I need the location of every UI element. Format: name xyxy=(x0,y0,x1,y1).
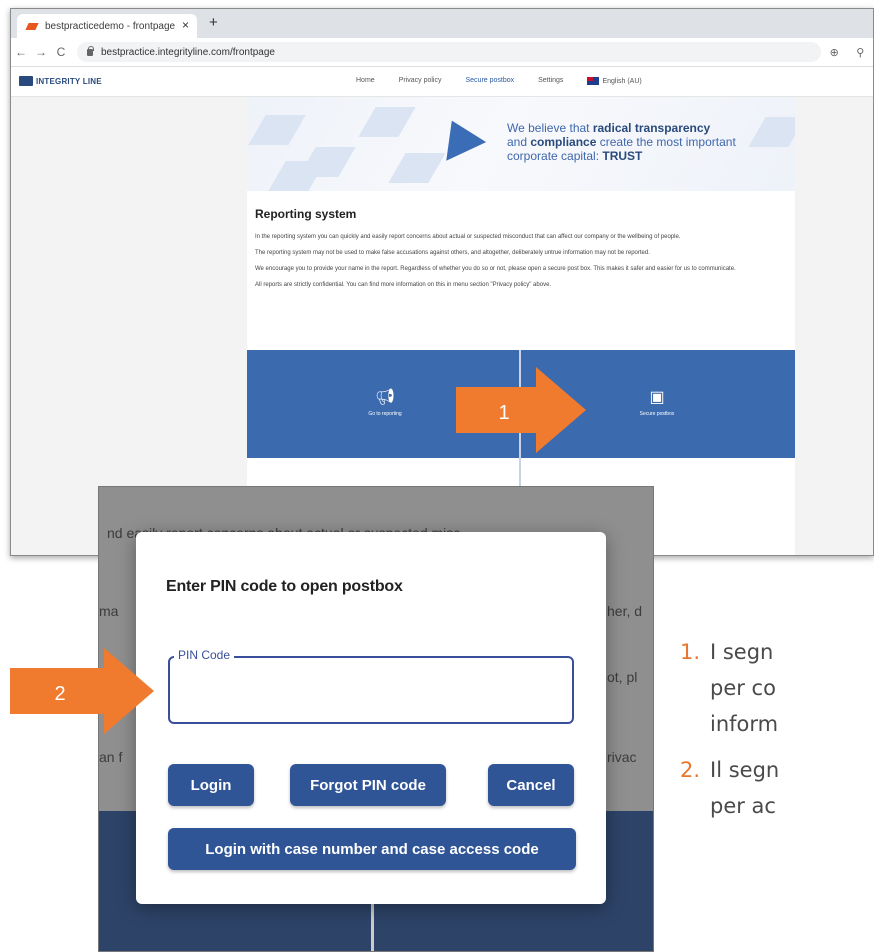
browser-tab[interactable]: bestpracticedemo - frontpage × xyxy=(17,14,197,38)
flag-icon xyxy=(587,77,600,85)
hero-banner: We believe that radical transparency and… xyxy=(247,97,795,191)
tab-title: bestpracticedemo - frontpage xyxy=(45,20,176,32)
secure-postbox-tile[interactable]: ▣ Secure postbox xyxy=(597,387,717,417)
note-item: 1. I segn per co inform xyxy=(676,634,874,742)
arrow-shape xyxy=(456,367,586,453)
new-tab-icon[interactable]: + xyxy=(209,14,218,31)
case-login-button[interactable]: Login with case number and case access c… xyxy=(168,828,576,870)
integrityline-logo[interactable]: INTEGRITY LINE xyxy=(19,76,102,86)
step-2-label: 2 xyxy=(54,683,65,705)
nav-privacy-policy[interactable]: Privacy policy xyxy=(399,77,442,85)
install-icon[interactable]: ⊕ xyxy=(830,46,839,59)
close-icon[interactable]: × xyxy=(182,18,189,32)
hero-pattern xyxy=(358,107,416,137)
section-title: Reporting system xyxy=(255,207,357,221)
go-to-reporting-tile[interactable]: 📢︎ Go to reporting xyxy=(325,387,445,417)
background-text: an f xyxy=(99,749,123,765)
zoom-icon[interactable]: ⚲ xyxy=(856,46,864,59)
nav-language[interactable]: English (AU) xyxy=(587,77,665,85)
megaphone-icon: 📢︎ xyxy=(374,389,396,406)
paragraph: We encourage you to provide your name in… xyxy=(255,266,736,272)
slide: bestpracticedemo - frontpage × + ← → C b… xyxy=(0,0,874,952)
browser-screenshot: bestpracticedemo - frontpage × + ← → C b… xyxy=(10,8,874,556)
section-text: In the reporting system you can quickly … xyxy=(255,233,793,297)
favicon-icon xyxy=(25,22,39,30)
nav-settings[interactable]: Settings xyxy=(538,77,563,85)
hero-pattern xyxy=(388,153,446,183)
pin-code-label: PIN Code xyxy=(174,648,235,662)
side-notes: 1. I segn per co inform 2. Il segn per a… xyxy=(676,634,874,824)
step-2-arrow: 2 xyxy=(10,648,154,734)
reload-icon[interactable]: C xyxy=(51,45,71,59)
url-text: bestpractice.integrityline.com/frontpage xyxy=(101,46,275,58)
back-icon[interactable]: ← xyxy=(11,45,31,59)
nav-secure-postbox[interactable]: Secure postbox xyxy=(465,77,514,85)
note-number: 2. xyxy=(680,758,701,782)
note-item: 2. Il segn per ac xyxy=(676,752,874,824)
pin-dialog: Enter PIN code to open postbox PIN Code … xyxy=(136,532,606,904)
step-1-label: 1 xyxy=(498,402,509,424)
paragraph: In the reporting system you can quickly … xyxy=(255,234,681,240)
tab-strip: bestpracticedemo - frontpage × + xyxy=(11,9,873,38)
paragraph: All reports are strictly confidential. Y… xyxy=(255,282,552,288)
login-button[interactable]: Login xyxy=(168,764,254,806)
note-number: 1. xyxy=(680,640,701,664)
background-text: rivac xyxy=(607,749,637,765)
nav-home[interactable]: Home xyxy=(356,77,375,85)
logo-mark-icon xyxy=(19,76,33,86)
paragraph: The reporting system may not be used to … xyxy=(255,250,650,256)
address-bar[interactable]: bestpractice.integrityline.com/frontpage xyxy=(77,42,821,62)
postbox-icon: ▣ xyxy=(649,389,665,406)
forgot-pin-button[interactable]: Forgot PIN code xyxy=(290,764,446,806)
background-text: her, d xyxy=(607,603,643,619)
dialog-title: Enter PIN code to open postbox xyxy=(166,578,403,595)
lock-icon xyxy=(87,45,94,56)
background-text: ma xyxy=(99,603,119,619)
pin-code-input[interactable] xyxy=(176,676,556,704)
forward-icon[interactable]: → xyxy=(31,45,51,59)
site-header: INTEGRITY LINE Home Privacy policy Secur… xyxy=(11,67,873,97)
omnibar: ← → C bestpractice.integrityline.com/fro… xyxy=(11,38,873,67)
cancel-button[interactable]: Cancel xyxy=(488,764,574,806)
step-1-arrow: 1 xyxy=(456,367,586,453)
hero-pattern xyxy=(248,115,306,145)
site-nav: Home Privacy policy Secure postbox Setti… xyxy=(356,77,690,85)
background-text: ot, pl xyxy=(607,669,638,685)
toolbar-icons: ⊕ ⚲ xyxy=(821,46,873,59)
arrow-shape xyxy=(10,648,154,734)
hero-tagline: We believe that radical transparency and… xyxy=(507,121,736,163)
